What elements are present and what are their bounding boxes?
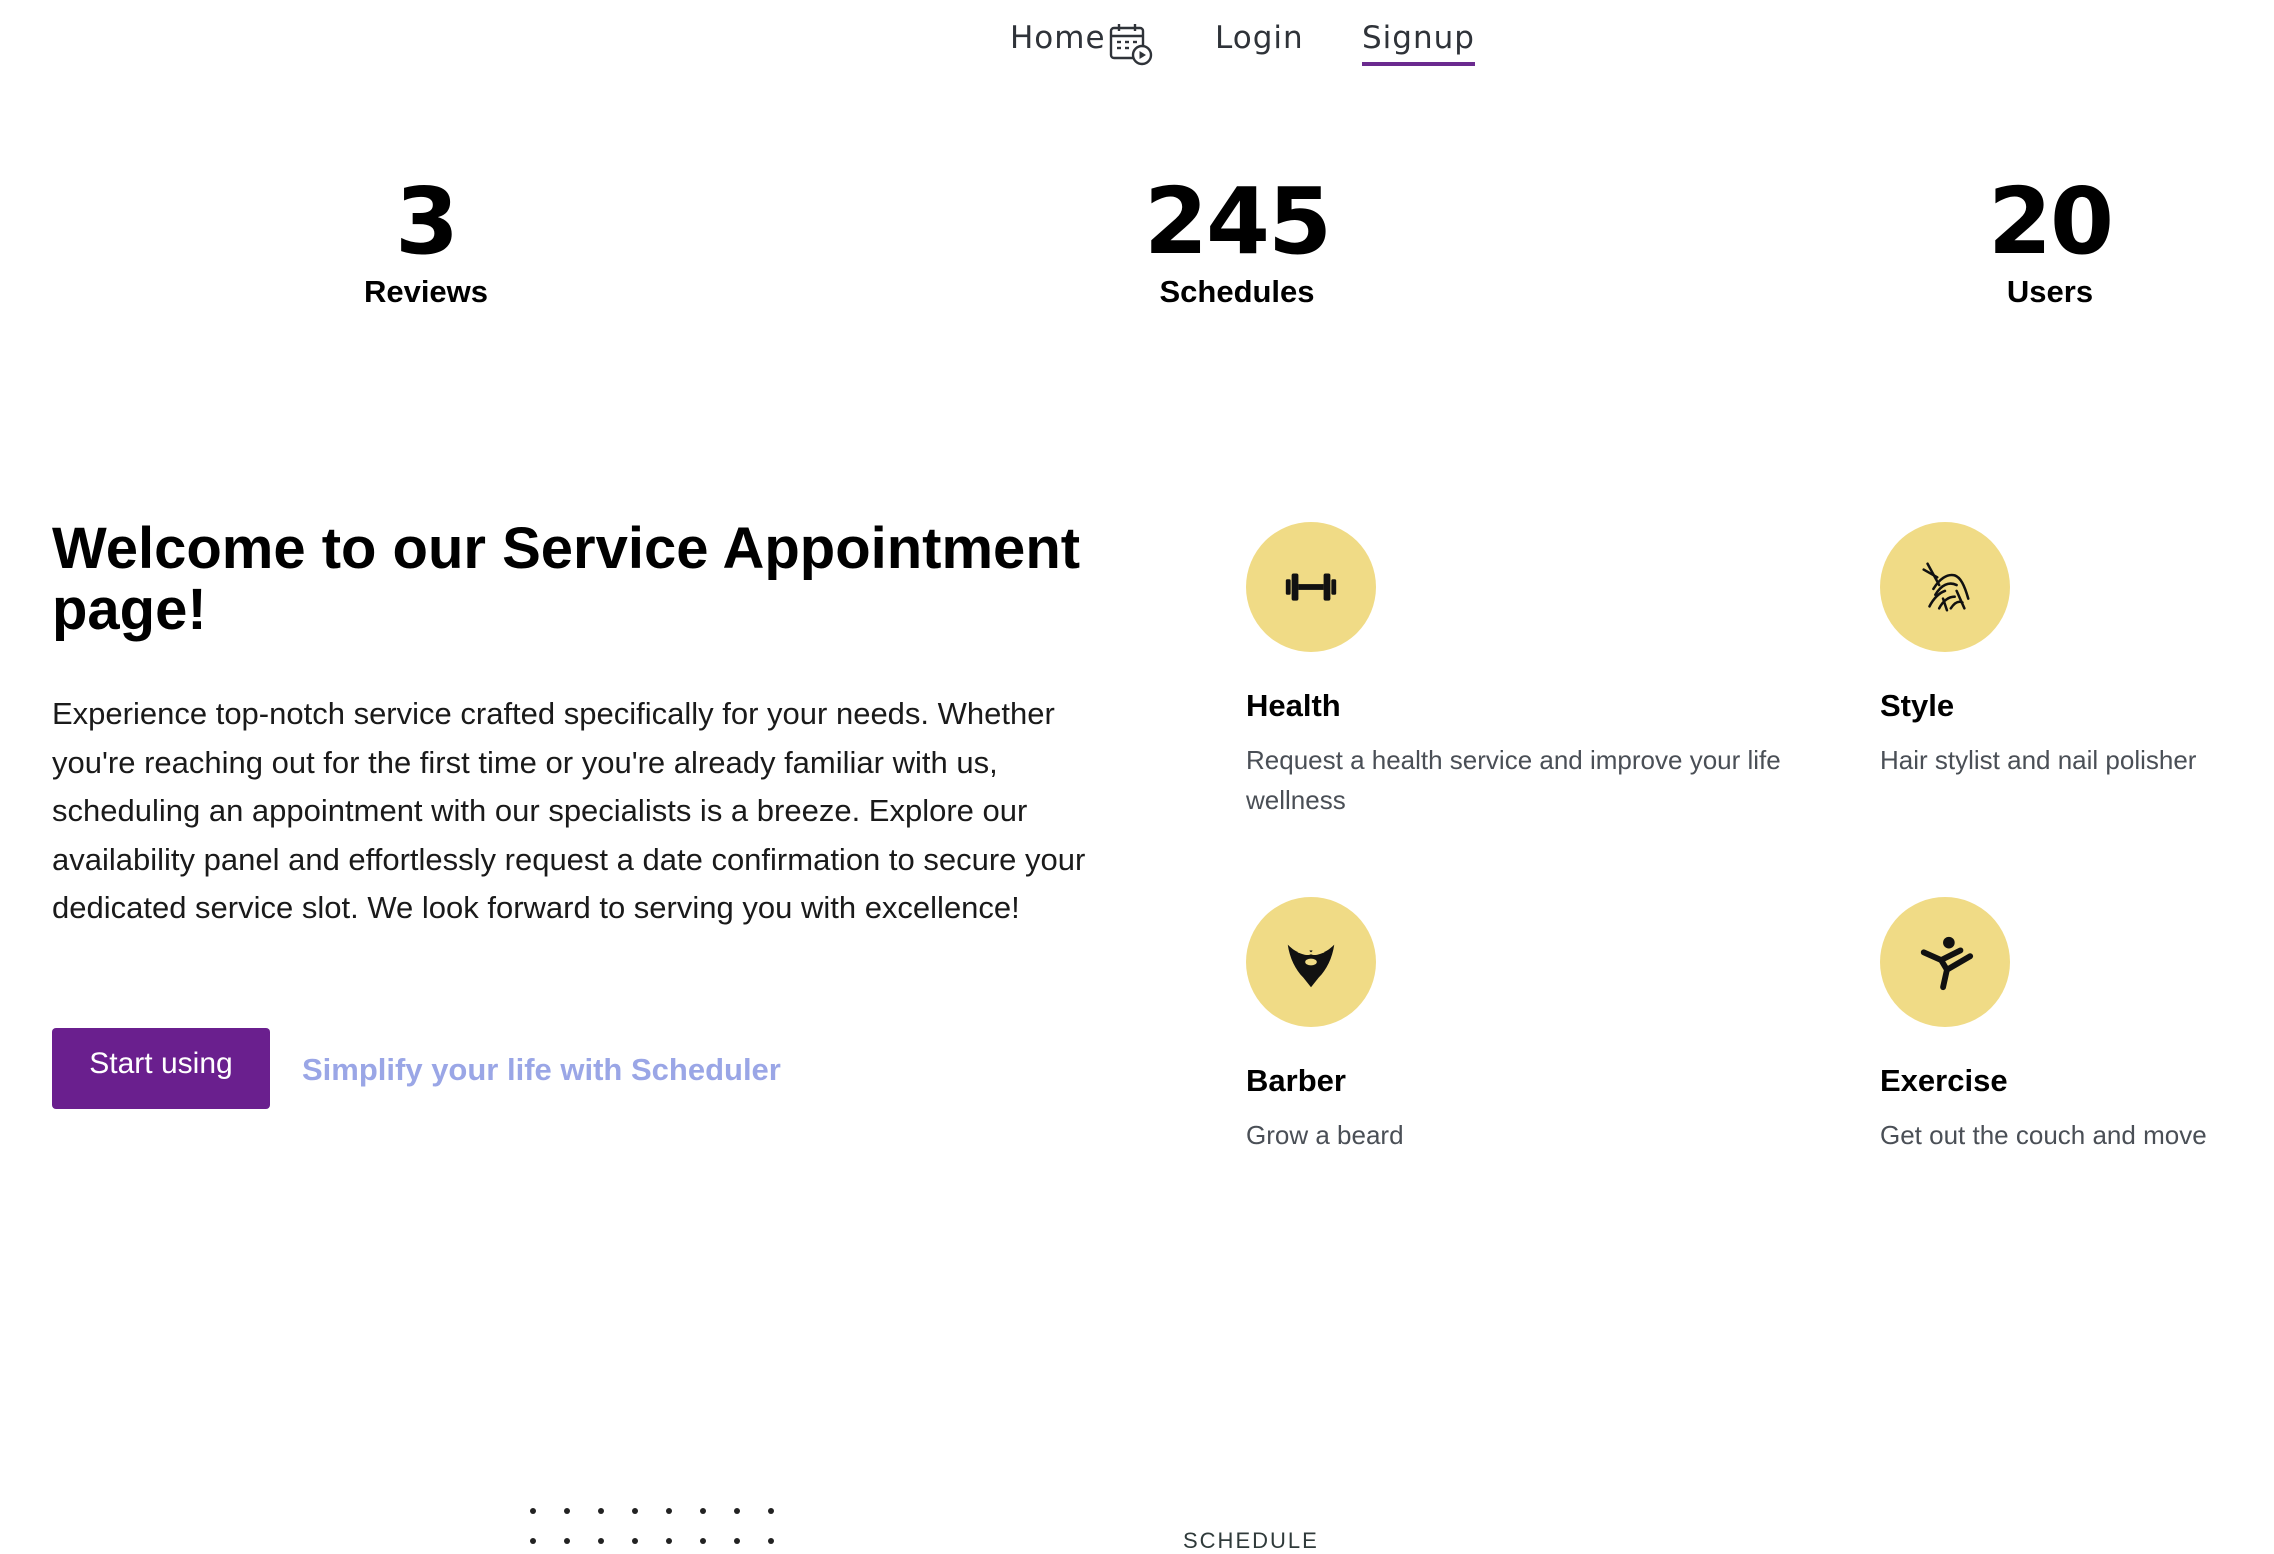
service-title: Style (1880, 688, 1955, 723)
nav-login-link[interactable]: Login (1215, 20, 1304, 56)
top-nav: Home Login Signup (0, 0, 2274, 80)
hair-style-icon (1880, 522, 2010, 652)
service-title: Exercise (1880, 1063, 2008, 1098)
dot (564, 1508, 570, 1514)
schedule-section-label: SCHEDULE (1183, 1528, 1319, 1553)
stat-reviews: 3 Reviews (276, 172, 576, 312)
dot (598, 1508, 604, 1514)
nav-signup-link[interactable]: Signup (1362, 20, 1475, 66)
dot (530, 1508, 536, 1514)
dumbbell-icon (1246, 522, 1376, 652)
dot (632, 1538, 638, 1544)
dot (734, 1508, 740, 1514)
hero-description: Experience top-notch service crafted spe… (52, 696, 1086, 925)
dot (768, 1538, 774, 1544)
service-card-barber[interactable]: Barber Grow a beard (1246, 897, 1846, 1155)
stat-value: 20 (1987, 168, 2114, 275)
decorative-dot-grid (530, 1508, 790, 1548)
stat-label: Reviews (363, 274, 489, 309)
simplify-link[interactable]: Simplify your life with Scheduler (302, 1052, 781, 1088)
service-description: Grow a beard (1246, 1120, 1404, 1150)
dot (734, 1538, 740, 1544)
page-title: Welcome to our Service Appointment page! (52, 516, 1081, 642)
stat-users: 20 Users (1900, 172, 2200, 312)
dot (666, 1508, 672, 1514)
start-using-button[interactable]: Start using (52, 1028, 270, 1109)
stat-label: Schedules (1159, 274, 1315, 309)
dot (768, 1508, 774, 1514)
dot (666, 1538, 672, 1544)
nav-home-link[interactable]: Home (1010, 20, 1106, 56)
service-description: Get out the couch and move (1880, 1120, 2207, 1150)
service-card-style[interactable]: Style Hair stylist and nail polisher (1880, 522, 2260, 780)
dot (632, 1508, 638, 1514)
service-title: Health (1246, 688, 1341, 723)
beard-icon (1246, 897, 1376, 1027)
dot (700, 1508, 706, 1514)
stat-schedules: 245 Schedules (1087, 172, 1387, 312)
dot (564, 1538, 570, 1544)
service-card-exercise[interactable]: Exercise Get out the couch and move (1880, 897, 2260, 1155)
service-description: Hair stylist and nail polisher (1880, 745, 2197, 775)
stat-value: 245 (1143, 168, 1332, 275)
service-description: Request a health service and improve you… (1246, 745, 1781, 815)
dot (598, 1538, 604, 1544)
stat-label: Users (2006, 274, 2094, 309)
stat-value: 3 (394, 168, 459, 275)
dot (700, 1538, 706, 1544)
calendar-play-icon[interactable] (1108, 22, 1154, 66)
kick-exercise-icon (1880, 897, 2010, 1027)
service-card-health[interactable]: Health Request a health service and impr… (1246, 522, 1826, 820)
dot (530, 1538, 536, 1544)
service-title: Barber (1246, 1063, 1346, 1098)
